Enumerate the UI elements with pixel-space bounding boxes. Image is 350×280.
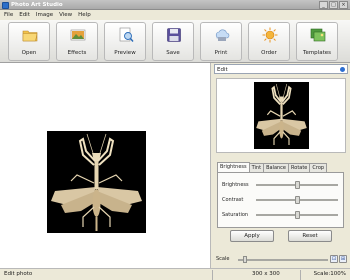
image-canvas[interactable] (0, 63, 211, 268)
contrast-slider[interactable] (294, 196, 300, 204)
window-title: Photo Art Studio (11, 1, 63, 8)
actual-size-icon[interactable]: ⊞ (339, 255, 347, 263)
scale-slider[interactable] (242, 256, 247, 263)
scale-label: Scale (216, 256, 230, 262)
open-label: Open (21, 50, 37, 56)
window-controls: _ □ × (319, 1, 348, 9)
print-icon (215, 29, 230, 41)
status-divider (212, 270, 213, 280)
panel-header: Edit (214, 64, 348, 74)
menu-bar: File Edit Image View Help (0, 10, 350, 20)
reset-button[interactable]: Reset (288, 230, 332, 242)
panel-title: Edit (217, 66, 228, 73)
order-label: Order (261, 50, 277, 56)
open-button[interactable]: Open (8, 22, 50, 61)
mantis-image (47, 131, 146, 233)
zoom-status: Scale:100% (313, 271, 346, 277)
folder-icon (22, 30, 38, 42)
save-icon (167, 28, 181, 42)
contrast-label: Contrast (222, 197, 244, 203)
preview-photo (254, 82, 309, 149)
scale-track[interactable] (238, 259, 328, 261)
menu-edit[interactable]: Edit (19, 12, 30, 18)
templates-button[interactable]: Templates (296, 22, 338, 61)
menu-view[interactable]: View (59, 12, 72, 18)
close-button[interactable]: × (339, 1, 348, 9)
menu-image[interactable]: Image (36, 12, 53, 18)
title-bar: Photo Art Studio _ □ × (0, 0, 350, 10)
tab-brightness[interactable]: Brightness (217, 162, 250, 172)
fit-icon[interactable]: ⊡ (330, 255, 338, 263)
edit-panel: Edit Brightness Tint Balance Rotate Crop… (212, 63, 350, 268)
maximize-button[interactable]: □ (329, 1, 338, 9)
edit-tabs: Brightness Tint Balance Rotate Crop (217, 162, 328, 172)
thumbnail-preview (216, 78, 346, 153)
apply-button[interactable]: Apply (230, 230, 274, 242)
contrast-slider-row: Contrast (222, 196, 342, 204)
templates-icon (310, 28, 326, 42)
print-label: Print (214, 50, 228, 56)
effects-icon (70, 29, 86, 41)
tab-rotate[interactable]: Rotate (288, 163, 311, 172)
collapse-icon[interactable] (340, 67, 345, 72)
mantis-thumbnail (254, 82, 309, 149)
effects-label: Effects (67, 50, 87, 56)
mantis-photo (47, 131, 146, 233)
saturation-label: Saturation (222, 212, 249, 218)
image-dimensions: 300 x 300 (252, 271, 280, 277)
status-divider (300, 270, 301, 280)
tab-tint[interactable]: Tint (248, 163, 265, 172)
save-button[interactable]: Save (152, 22, 194, 61)
minimize-button[interactable]: _ (319, 1, 328, 9)
order-button[interactable]: Order (248, 22, 290, 61)
brightness-slider-row: Brightness (222, 181, 342, 189)
save-label: Save (166, 50, 180, 56)
saturation-slider[interactable] (294, 211, 300, 219)
tab-balance[interactable]: Balance (263, 163, 290, 172)
tab-crop[interactable]: Crop (309, 163, 328, 172)
scale-row: Scale ⊡ ⊞ (214, 255, 348, 264)
templates-label: Templates (303, 50, 331, 56)
print-button[interactable]: Print (200, 22, 242, 61)
toolbar: Open Effects Preview Save Print Order Te… (0, 20, 350, 63)
preview-button[interactable]: Preview (104, 22, 146, 61)
app-icon (2, 1, 9, 9)
preview-label: Preview (114, 50, 136, 56)
order-icon (262, 27, 278, 43)
saturation-slider-row: Saturation (222, 211, 342, 219)
preview-icon (119, 27, 134, 42)
status-bar: Edit photo 300 x 300 Scale:100% (0, 268, 350, 280)
effects-button[interactable]: Effects (56, 22, 98, 61)
brightness-label: Brightness (222, 182, 249, 188)
status-message: Edit photo (4, 271, 33, 277)
brightness-slider[interactable] (294, 181, 300, 189)
brightness-tab-panel: Brightness Contrast Saturation (217, 172, 344, 228)
menu-help[interactable]: Help (78, 12, 91, 18)
menu-file[interactable]: File (4, 12, 13, 18)
